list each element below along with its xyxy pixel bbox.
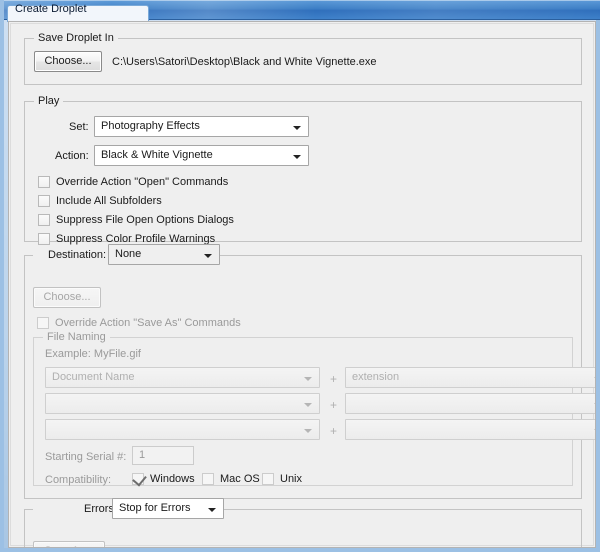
check-icon <box>132 471 147 487</box>
save-as-button[interactable]: Save As... <box>33 541 105 547</box>
chevron-down-icon <box>204 254 212 258</box>
group-save-droplet-in: Save Droplet In Choose... C:\Users\Sator… <box>24 32 582 85</box>
checkbox-label: Mac OS <box>220 473 260 485</box>
window-titlebar[interactable]: Create Droplet <box>4 0 600 22</box>
set-label: Set: <box>69 121 89 133</box>
file-naming-field-1-right[interactable]: extension <box>345 367 595 388</box>
chevron-down-icon <box>208 508 216 512</box>
titlebar-highlight <box>4 0 600 1</box>
starting-serial-input[interactable]: 1 <box>132 446 194 465</box>
checkbox-box <box>132 471 147 487</box>
errors-dropdown[interactable]: Stop for Errors <box>112 498 224 519</box>
create-droplet-window: Create Droplet Save Droplet In Choose...… <box>0 0 600 552</box>
chevron-down-icon <box>594 403 595 407</box>
destination-label: Destination: <box>48 249 107 261</box>
file-naming-field-3-left[interactable] <box>45 419 320 440</box>
action-dropdown-value: Black & White Vignette <box>101 149 213 161</box>
group-file-naming: File Naming Example: MyFile.gif Document… <box>33 331 595 487</box>
checkbox-label: Suppress File Open Options Dialogs <box>56 214 234 226</box>
checkbox-box <box>38 195 50 207</box>
dialog-client-inner: Save Droplet In Choose... C:\Users\Sator… <box>10 23 595 547</box>
checkbox-label: Include All Subfolders <box>56 195 162 207</box>
choose-droplet-path-button[interactable]: Choose... <box>34 51 102 72</box>
file-naming-field-1-right-value: extension <box>352 371 400 383</box>
set-dropdown-value: Photography Effects <box>101 120 200 132</box>
choose-destination-button[interactable]: Choose... <box>33 287 101 308</box>
plus-separator-3: + <box>330 424 338 438</box>
action-label: Action: <box>55 150 89 162</box>
group-play: Play Set: Photography Effects Action: Bl… <box>24 95 582 245</box>
file-naming-field-3-right[interactable] <box>345 419 595 440</box>
checkbox-label: Unix <box>280 473 303 485</box>
plus-separator-2: + <box>330 398 338 412</box>
checkbox-box <box>37 317 49 329</box>
file-naming-example-label: Example: MyFile.gif <box>45 348 141 360</box>
window-title: Create Droplet <box>15 3 87 15</box>
destination-dropdown-value: None <box>115 248 142 260</box>
file-naming-field-1-left-value: Document Name <box>52 371 135 383</box>
checkbox-box <box>202 473 214 485</box>
starting-serial-label: Starting Serial #: <box>45 451 127 463</box>
checkbox-box <box>38 214 50 226</box>
checkbox-box <box>38 176 50 188</box>
group-destination: Destination: None Choose... Override Act… <box>24 244 595 499</box>
chevron-down-icon <box>304 403 312 407</box>
group-errors: Errors: Stop for Errors Save As... <box>24 498 582 547</box>
group-legend-file-naming: File Naming <box>43 331 110 343</box>
chevron-down-icon <box>293 126 301 130</box>
set-dropdown[interactable]: Photography Effects <box>94 116 309 137</box>
group-legend-save-droplet-in: Save Droplet In <box>34 32 118 44</box>
dialog-client-area: Save Droplet In Choose... C:\Users\Sator… <box>8 21 596 548</box>
destination-dropdown[interactable]: None <box>108 244 220 265</box>
chevron-down-icon <box>304 377 312 381</box>
group-legend-play: Play <box>34 95 64 107</box>
action-dropdown[interactable]: Black & White Vignette <box>94 145 309 166</box>
chevron-down-icon <box>304 429 312 433</box>
checkbox-box <box>262 473 274 485</box>
file-naming-field-2-left[interactable] <box>45 393 320 414</box>
checkbox-box <box>38 233 50 245</box>
file-naming-field-2-right[interactable] <box>345 393 595 414</box>
file-naming-field-1-left[interactable]: Document Name <box>45 367 320 388</box>
checkbox-label: Override Action "Open" Commands <box>56 176 229 188</box>
starting-serial-value: 1 <box>139 449 146 461</box>
chevron-down-icon <box>293 155 301 159</box>
compatibility-label: Compatibility: <box>45 474 112 486</box>
checkbox-label: Windows <box>150 473 195 485</box>
errors-dropdown-value: Stop for Errors <box>119 502 191 514</box>
chevron-down-icon <box>594 429 595 433</box>
chevron-down-icon <box>594 377 595 381</box>
droplet-path-text: C:\Users\Satori\Desktop\Black and White … <box>112 56 377 68</box>
checkbox-label: Override Action "Save As" Commands <box>55 317 241 329</box>
plus-separator-1: + <box>330 372 338 386</box>
